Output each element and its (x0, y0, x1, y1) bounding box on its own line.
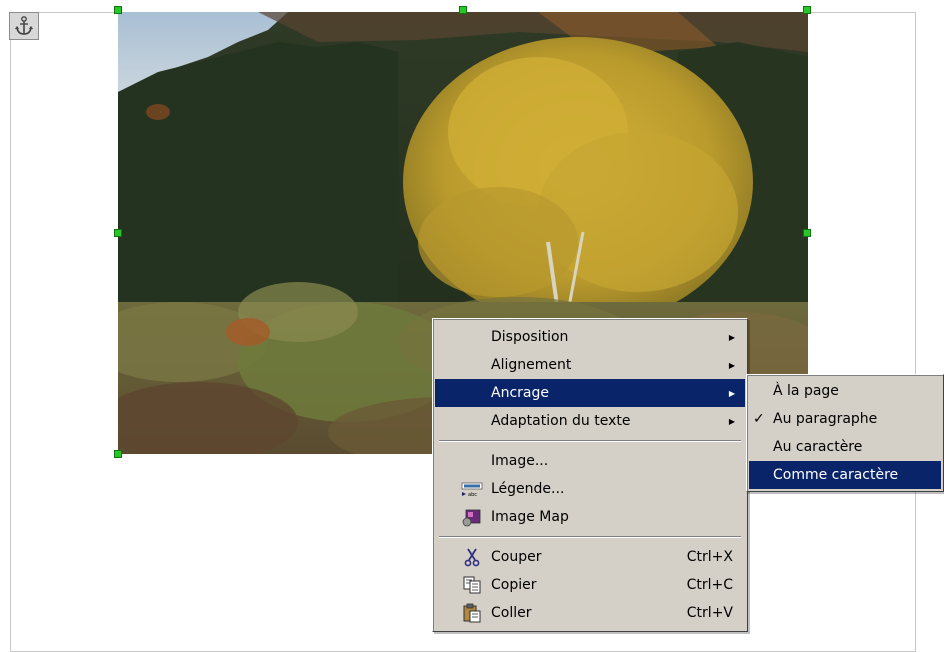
submenu-arrow-icon: ▶ (728, 416, 735, 426)
menu-item-adaptation-du-texte[interactable]: Adaptation du texte ▶ (435, 407, 745, 435)
resize-handle-bottom-left[interactable] (114, 450, 122, 458)
svg-text:abc: abc (468, 492, 477, 497)
paste-icon (461, 602, 483, 624)
resize-handle-top-center[interactable] (459, 6, 467, 14)
menu-item-coller[interactable]: Coller Ctrl+V (435, 599, 745, 627)
menu-item-label: Alignement (491, 357, 572, 373)
resize-handle-middle-right[interactable] (803, 229, 811, 237)
menu-item-legende[interactable]: abc Légende... (435, 475, 745, 503)
submenu-arrow-icon: ▶ (728, 388, 735, 398)
menu-item-label: Adaptation du texte (491, 413, 631, 429)
resize-handle-top-right[interactable] (803, 6, 811, 14)
submenu-item-a-la-page[interactable]: À la page (749, 377, 941, 405)
resize-handle-middle-left[interactable] (114, 229, 122, 237)
menu-item-couper[interactable]: Couper Ctrl+X (435, 543, 745, 571)
menu-item-image[interactable]: Image... (435, 447, 745, 475)
submenu-item-label: Au paragraphe (773, 411, 878, 427)
submenu-item-au-paragraphe[interactable]: ✓ Au paragraphe (749, 405, 941, 433)
submenu-item-comme-caractere[interactable]: Comme caractère (749, 461, 941, 489)
menu-item-image-map[interactable]: Image Map (435, 503, 745, 531)
menu-item-ancrage[interactable]: Ancrage ▶ (435, 379, 745, 407)
menu-item-label: Copier (491, 577, 537, 593)
submenu-item-au-caractere[interactable]: Au caractère (749, 433, 941, 461)
scissors-icon (461, 546, 483, 568)
resize-handle-top-left[interactable] (114, 6, 122, 14)
menu-item-disposition[interactable]: Disposition ▶ (435, 323, 745, 351)
menu-separator (439, 440, 741, 442)
menu-item-alignement[interactable]: Alignement ▶ (435, 351, 745, 379)
menu-separator (439, 536, 741, 538)
submenu-arrow-icon: ▶ (728, 332, 735, 342)
anchor-icon[interactable] (9, 12, 39, 40)
image-map-icon (461, 506, 483, 528)
check-icon: ✓ (753, 411, 765, 427)
menu-item-shortcut: Ctrl+V (686, 605, 733, 621)
menu-item-label: Image... (491, 453, 549, 469)
menu-item-copier[interactable]: Copier Ctrl+C (435, 571, 745, 599)
menu-item-label: Ancrage (491, 385, 549, 401)
anchor-submenu: À la page ✓ Au paragraphe Au caractère C… (746, 374, 944, 492)
caption-icon: abc (461, 478, 483, 500)
submenu-item-label: Comme caractère (773, 467, 899, 483)
submenu-arrow-icon: ▶ (728, 360, 735, 370)
submenu-item-label: Au caractère (773, 439, 863, 455)
menu-item-label: Légende... (491, 481, 565, 497)
menu-item-label: Couper (491, 549, 542, 565)
menu-item-label: Image Map (491, 509, 569, 525)
menu-item-label: Disposition (491, 329, 569, 345)
menu-item-shortcut: Ctrl+X (686, 549, 733, 565)
submenu-item-label: À la page (773, 383, 839, 399)
menu-item-label: Coller (491, 605, 532, 621)
menu-item-shortcut: Ctrl+C (686, 577, 733, 593)
copy-icon (461, 574, 483, 596)
context-menu: Disposition ▶ Alignement ▶ Ancrage ▶ Ada… (432, 318, 748, 632)
